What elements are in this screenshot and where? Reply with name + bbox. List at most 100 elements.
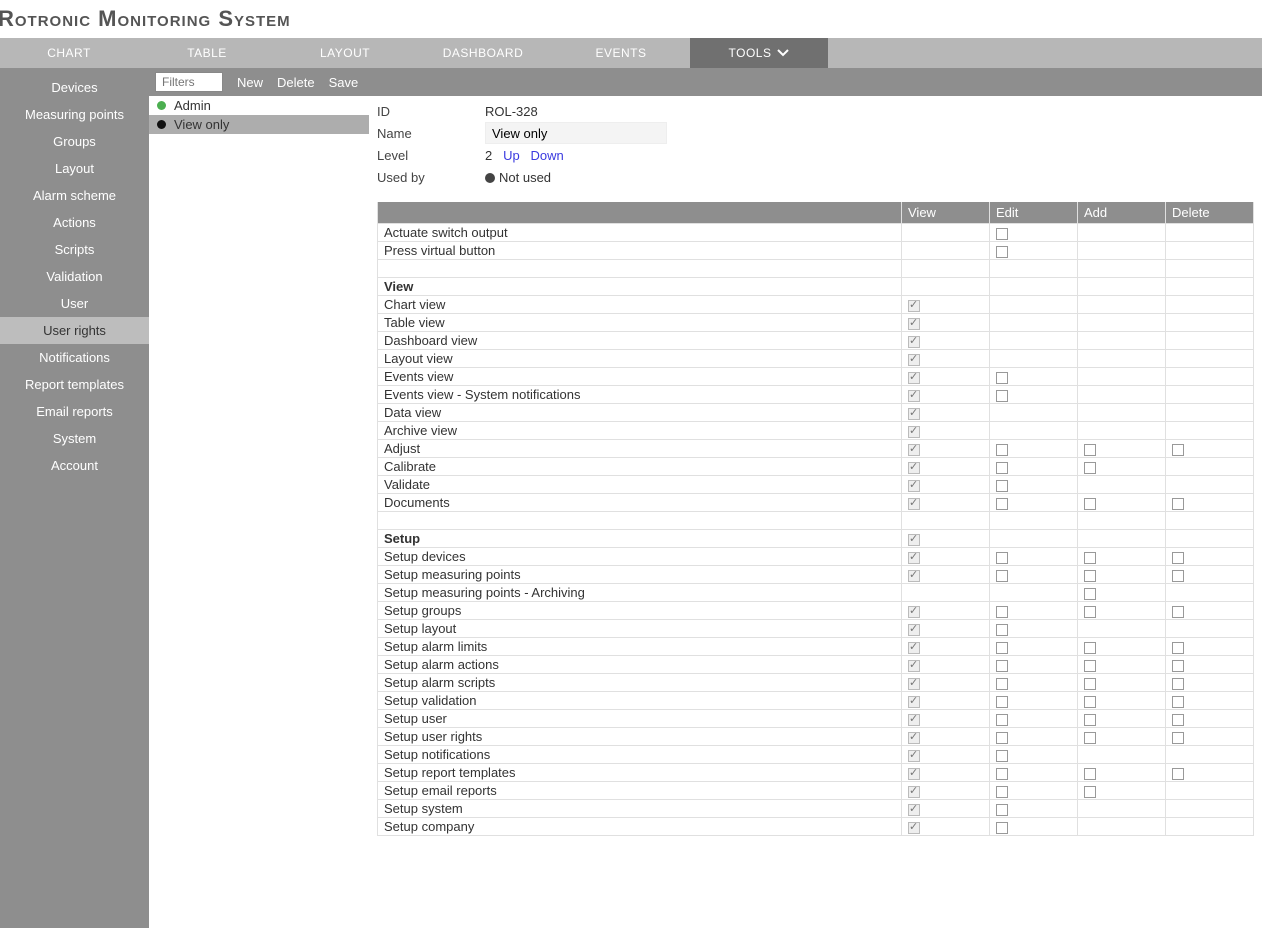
checkbox-view [908,372,920,384]
checkbox-add[interactable] [1084,696,1096,708]
role-item-label: View only [174,117,229,132]
sidebar-item-report-templates[interactable]: Report templates [0,371,149,398]
role-item-view-only[interactable]: View only [149,115,369,134]
checkbox-delete[interactable] [1172,714,1184,726]
checkbox-edit[interactable] [996,372,1008,384]
permissions-header-edit: Edit [990,202,1078,224]
id-value: ROL-328 [485,104,538,119]
checkbox-delete[interactable] [1172,642,1184,654]
checkbox-add[interactable] [1084,786,1096,798]
role-list: Admin View only [149,96,369,928]
checkbox-delete[interactable] [1172,498,1184,510]
checkbox-edit[interactable] [996,246,1008,258]
name-input[interactable] [485,122,667,144]
checkbox-add[interactable] [1084,660,1096,672]
table-row: Actuate switch output [378,224,1254,242]
topnav-item-layout[interactable]: LAYOUT [276,38,414,68]
checkbox-delete[interactable] [1172,660,1184,672]
checkbox-delete[interactable] [1172,696,1184,708]
topnav-item-chart[interactable]: CHART [0,38,138,68]
checkbox-edit[interactable] [996,552,1008,564]
checkbox-add[interactable] [1084,642,1096,654]
sidebar-item-email-reports[interactable]: Email reports [0,398,149,425]
table-row: Calibrate [378,458,1254,476]
usedby-dot-icon [485,173,495,183]
checkbox-delete[interactable] [1172,732,1184,744]
filters-input[interactable] [155,72,223,92]
checkbox-add[interactable] [1084,444,1096,456]
permission-label: Setup groups [378,602,902,620]
checkbox-edit[interactable] [996,480,1008,492]
level-up-link[interactable]: Up [503,148,520,163]
permission-label: Data view [378,404,902,422]
sidebar-item-account[interactable]: Account [0,452,149,479]
sidebar-item-scripts[interactable]: Scripts [0,236,149,263]
sidebar-item-measuring-points[interactable]: Measuring points [0,101,149,128]
sidebar-item-devices[interactable]: Devices [0,74,149,101]
checkbox-edit[interactable] [996,570,1008,582]
sidebar-item-groups[interactable]: Groups [0,128,149,155]
checkbox-edit[interactable] [996,498,1008,510]
sidebar-item-layout[interactable]: Layout [0,155,149,182]
topnav-item-events[interactable]: EVENTS [552,38,690,68]
checkbox-add[interactable] [1084,462,1096,474]
checkbox-edit[interactable] [996,660,1008,672]
sidebar-item-alarm-scheme[interactable]: Alarm scheme [0,182,149,209]
checkbox-add[interactable] [1084,588,1096,600]
checkbox-edit[interactable] [996,750,1008,762]
table-row: Chart view [378,296,1254,314]
checkbox-delete[interactable] [1172,768,1184,780]
permission-label: Archive view [378,422,902,440]
permissions-header-view: View [902,202,990,224]
checkbox-add[interactable] [1084,678,1096,690]
checkbox-edit[interactable] [996,462,1008,474]
sidebar-item-system[interactable]: System [0,425,149,452]
checkbox-edit[interactable] [996,606,1008,618]
topnav-item-tools[interactable]: TOOLS [690,38,828,68]
checkbox-edit[interactable] [996,696,1008,708]
checkbox-edit[interactable] [996,390,1008,402]
sidebar-item-user[interactable]: User [0,290,149,317]
sidebar-item-validation[interactable]: Validation [0,263,149,290]
checkbox-edit[interactable] [996,624,1008,636]
checkbox-edit[interactable] [996,768,1008,780]
checkbox-edit[interactable] [996,732,1008,744]
checkbox-edit[interactable] [996,678,1008,690]
checkbox-add[interactable] [1084,606,1096,618]
checkbox-add[interactable] [1084,768,1096,780]
level-down-link[interactable]: Down [531,148,564,163]
checkbox-delete[interactable] [1172,570,1184,582]
checkbox-edit[interactable] [996,714,1008,726]
checkbox-delete[interactable] [1172,552,1184,564]
checkbox-add[interactable] [1084,714,1096,726]
topnav-item-table[interactable]: TABLE [138,38,276,68]
checkbox-edit[interactable] [996,786,1008,798]
sidebar-item-user-rights[interactable]: User rights [0,317,149,344]
checkbox-edit[interactable] [996,228,1008,240]
checkbox-add[interactable] [1084,498,1096,510]
checkbox-edit[interactable] [996,804,1008,816]
checkbox-view [908,714,920,726]
usedby-label: Used by [377,170,485,185]
checkbox-delete[interactable] [1172,678,1184,690]
checkbox-add[interactable] [1084,732,1096,744]
topnav-item-dashboard[interactable]: DASHBOARD [414,38,552,68]
delete-button[interactable]: Delete [277,75,315,90]
checkbox-add[interactable] [1084,570,1096,582]
sidebar-item-actions[interactable]: Actions [0,209,149,236]
role-item-admin[interactable]: Admin [149,96,369,115]
checkbox-edit[interactable] [996,642,1008,654]
checkbox-delete[interactable] [1172,444,1184,456]
checkbox-edit[interactable] [996,444,1008,456]
checkbox-view [908,570,920,582]
checkbox-view [908,480,920,492]
checkbox-delete[interactable] [1172,606,1184,618]
table-row [378,260,1254,278]
checkbox-edit[interactable] [996,822,1008,834]
save-button[interactable]: Save [329,75,359,90]
new-button[interactable]: New [237,75,263,90]
table-row: Setup groups [378,602,1254,620]
checkbox-add[interactable] [1084,552,1096,564]
checkbox-view [908,462,920,474]
sidebar-item-notifications[interactable]: Notifications [0,344,149,371]
